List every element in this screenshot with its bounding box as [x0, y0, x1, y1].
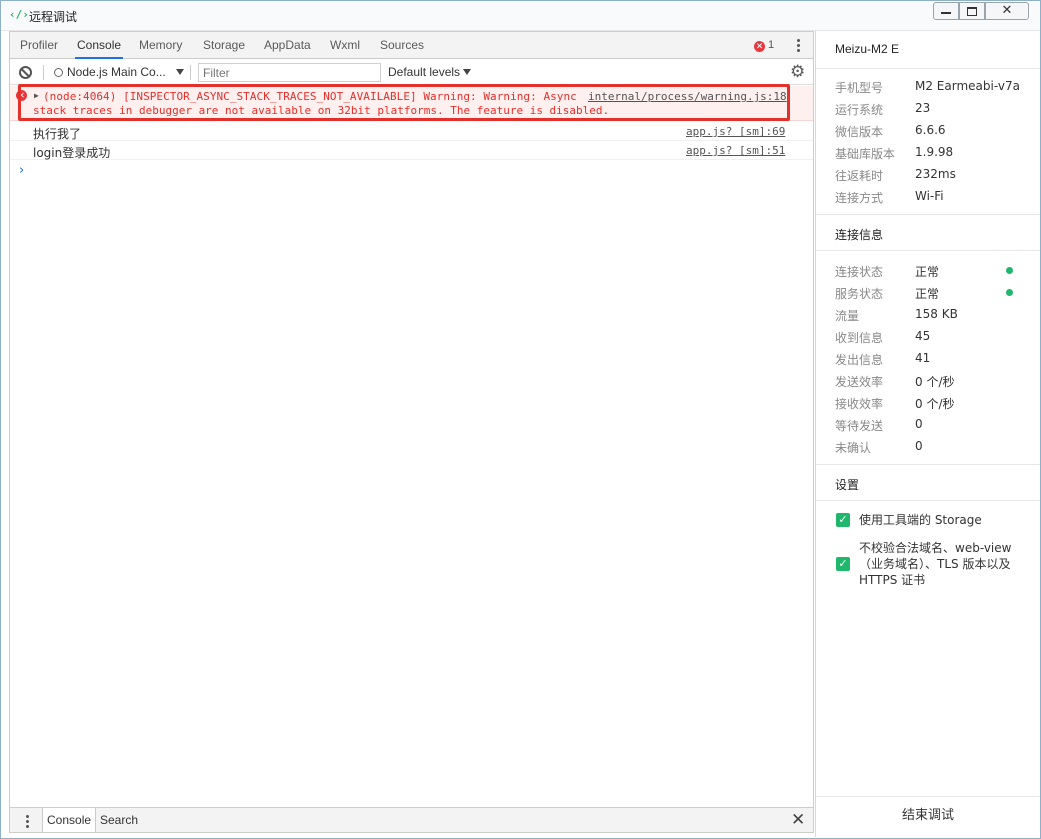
section-title: 设置: [835, 478, 860, 492]
info-key: 发送效率: [835, 375, 884, 389]
console-error-message: ✕ ▶ (node:4064) [INSPECTOR_ASYNC_STACK_T…: [10, 84, 813, 121]
drawer-tab-bar: Console Search ✕: [10, 807, 813, 832]
info-key: 服务状态: [835, 287, 884, 301]
drawer-menu-icon[interactable]: [24, 814, 30, 830]
source-link[interactable]: app.js? [sm]:69: [686, 125, 785, 138]
context-select[interactable]: Node.js Main Co...: [54, 64, 184, 81]
tab-storage[interactable]: Storage: [201, 32, 247, 59]
remote-debug-window: ‹/› 远程调试 ✕ Profiler Console Memory Stora…: [0, 0, 1041, 839]
device-name: Meizu-M2 E: [835, 42, 900, 56]
info-key: 接收效率: [835, 397, 884, 411]
devtools-panel: Profiler Console Memory Storage AppData …: [9, 31, 814, 833]
info-value: 0: [915, 439, 923, 453]
info-key: 手机型号: [835, 81, 884, 95]
info-key: 连接方式: [835, 191, 884, 205]
storage-checkbox[interactable]: ✓: [836, 513, 850, 527]
info-key: 往返耗时: [835, 169, 884, 183]
info-key: 收到信息: [835, 331, 884, 345]
minimize-icon: [941, 12, 951, 14]
info-value: 0 个/秒: [915, 375, 955, 389]
log-levels-label: Default levels: [388, 65, 461, 79]
console-toolbar: Node.js Main Co... Default levels ⚙: [10, 60, 813, 85]
chevron-down-icon: [175, 69, 184, 75]
info-value: 232ms: [915, 167, 956, 181]
info-value: 23: [915, 101, 931, 115]
tab-console[interactable]: Console: [75, 32, 124, 59]
devtools-tab-bar: Profiler Console Memory Storage AppData …: [10, 32, 813, 59]
info-key: 发出信息: [835, 353, 884, 367]
info-key: 流量: [835, 309, 860, 323]
console-log-message: login登录成功 app.js? [sm]:51: [10, 141, 813, 160]
window-title: 远程调试: [29, 10, 78, 24]
info-key: 运行系统: [835, 103, 884, 117]
info-value: 1.9.98: [915, 145, 954, 159]
filter-input[interactable]: [198, 63, 381, 82]
close-drawer-icon[interactable]: ✕: [791, 810, 805, 830]
info-key: 等待发送: [835, 419, 884, 433]
section-title: 连接信息: [835, 228, 884, 242]
source-link[interactable]: app.js? [sm]:51: [686, 144, 785, 157]
info-value: 正常: [915, 265, 940, 279]
info-value: 正常: [915, 287, 940, 301]
info-value: 0: [915, 417, 923, 431]
code-brackets-icon: ‹/›: [9, 8, 29, 21]
info-key: 连接状态: [835, 265, 884, 279]
skip-domain-check-checkbox[interactable]: ✓: [836, 557, 850, 571]
info-value: Wi-Fi: [915, 189, 944, 203]
info-value: 6.6.6: [915, 123, 946, 137]
tab-appdata[interactable]: AppData: [262, 32, 313, 59]
error-count: 1: [768, 39, 775, 51]
tab-memory[interactable]: Memory: [137, 32, 184, 59]
status-ok-icon: [1006, 289, 1013, 296]
info-value: 45: [915, 329, 931, 343]
info-value: 158 KB: [915, 307, 958, 321]
toolbar-divider: [190, 65, 191, 80]
maximize-icon: [967, 7, 977, 16]
maximize-button[interactable]: [959, 2, 985, 20]
tab-wxml[interactable]: Wxml: [328, 32, 362, 59]
log-levels-select[interactable]: Default levels: [388, 65, 472, 79]
context-label: Node.js Main Co...: [67, 65, 166, 79]
console-output: ✕ ▶ (node:4064) [INSPECTOR_ASYNC_STACK_T…: [10, 84, 813, 802]
close-window-button[interactable]: ✕: [985, 2, 1029, 20]
console-prompt[interactable]: ›: [19, 163, 24, 178]
drawer-tab-search[interactable]: Search: [96, 808, 142, 832]
tab-profiler[interactable]: Profiler: [18, 32, 60, 59]
console-log-message: 执行我了 app.js? [sm]:69: [10, 122, 813, 141]
clear-console-icon[interactable]: [19, 66, 32, 79]
close-icon: ✕: [1001, 2, 1013, 17]
log-text: login登录成功: [33, 146, 111, 160]
device-info-panel: Meizu-M2 E 手机型号 M2 Earmeabi-v7a 运行系统 23 微信…: [815, 31, 1040, 837]
highlight-annotation-box: [18, 84, 790, 121]
context-icon: [54, 68, 63, 77]
info-key: 微信版本: [835, 125, 884, 139]
error-icon: ✕: [754, 41, 765, 52]
device-header: Meizu-M2 E: [816, 31, 1040, 69]
chevron-down-icon: [463, 69, 472, 75]
error-count-badge[interactable]: ✕ 1: [754, 39, 774, 53]
info-value: 0 个/秒: [915, 397, 955, 411]
title-bar: ‹/› 远程调试 ✕: [1, 1, 1040, 31]
minimize-button[interactable]: [933, 2, 959, 20]
skip-domain-check-label[interactable]: 不校验合法域名、web-view（业务域名）、TLS 版本以及 HTTPS 证书: [859, 540, 1025, 588]
info-value: M2 Earmeabi-v7a: [915, 79, 1020, 93]
info-value: 41: [915, 351, 931, 365]
connection-section-header: 连接信息: [816, 214, 1040, 251]
drawer-tab-console[interactable]: Console: [42, 808, 97, 832]
info-key: 基础库版本: [835, 147, 896, 161]
more-options-icon[interactable]: [795, 38, 801, 54]
settings-section-header: 设置: [816, 464, 1040, 501]
log-text: 执行我了: [33, 127, 82, 141]
gear-icon[interactable]: ⚙: [790, 63, 805, 81]
toolbar-divider: [43, 65, 44, 80]
end-debug-button[interactable]: 结束调试: [816, 796, 1040, 836]
status-ok-icon: [1006, 267, 1013, 274]
tab-sources[interactable]: Sources: [378, 32, 426, 59]
info-key: 未确认: [835, 441, 872, 455]
storage-checkbox-label[interactable]: 使用工具端的 Storage: [859, 512, 1025, 528]
